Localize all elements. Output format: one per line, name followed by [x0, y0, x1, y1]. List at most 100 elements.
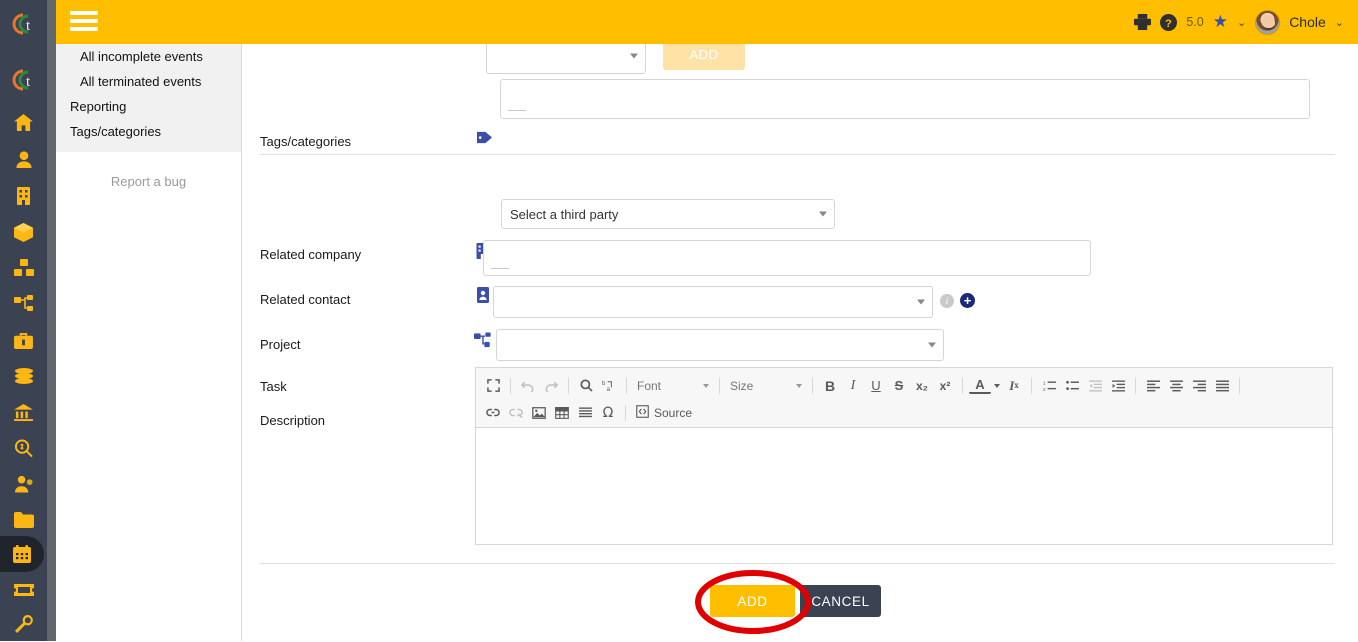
- sidebar-item-tickets[interactable]: [0, 572, 47, 608]
- editor-toolbar: ba Font Size B I U S x₂ x² A I x 1 2 Ω S…: [476, 368, 1332, 428]
- menu-item-tags-categories[interactable]: Tags/categories: [56, 119, 241, 144]
- printer-icon[interactable]: [1134, 14, 1152, 30]
- sidebar-item-bank[interactable]: [0, 394, 47, 430]
- project-select[interactable]: [493, 286, 933, 318]
- align-right-icon[interactable]: [1188, 375, 1210, 397]
- source-code-icon: [636, 404, 649, 421]
- chevron-down-icon: [928, 342, 936, 348]
- strikethrough-icon[interactable]: S: [888, 375, 910, 397]
- find-icon[interactable]: [575, 375, 597, 397]
- toolbar-separator: [626, 377, 627, 394]
- folder-icon: [13, 512, 34, 528]
- event-form: ADD Tags/categories Related company Sele…: [243, 38, 1358, 641]
- user-menu-chevron-down-icon[interactable]: ⌄: [1335, 16, 1344, 29]
- svg-text:?: ?: [1165, 17, 1172, 29]
- font-family-select[interactable]: Font: [633, 375, 713, 397]
- chevron-down-icon[interactable]: ⌄: [1237, 16, 1246, 29]
- related-company-select[interactable]: Select a third party: [501, 199, 835, 229]
- subscript-icon[interactable]: x₂: [911, 375, 933, 397]
- report-a-bug-link[interactable]: Report a bug: [111, 174, 186, 189]
- info-icon[interactable]: i: [940, 294, 954, 308]
- app-logo-secondary[interactable]: t: [0, 56, 47, 103]
- menu-item-all-incomplete-events[interactable]: All incomplete events: [56, 44, 241, 69]
- hamburger-menu-icon[interactable]: [70, 9, 98, 33]
- image-icon[interactable]: [528, 402, 550, 424]
- briefcase-icon: [14, 332, 33, 349]
- table-icon[interactable]: [551, 402, 573, 424]
- superscript-icon[interactable]: x²: [934, 375, 956, 397]
- font-label: Font: [637, 378, 662, 393]
- bold-icon[interactable]: B: [819, 375, 841, 397]
- toolbar-separator: [1135, 377, 1136, 394]
- sidebar-item-projects[interactable]: [0, 286, 47, 322]
- menu-item-reporting[interactable]: Reporting: [56, 94, 241, 119]
- source-button[interactable]: Source: [632, 404, 696, 421]
- coins-icon: [14, 367, 34, 385]
- project-label: Project: [260, 337, 301, 352]
- menu-panel-background: [56, 222, 242, 641]
- username-label: Chole: [1289, 14, 1326, 30]
- sidebar-item-agenda[interactable]: [0, 536, 44, 572]
- sidebar-item-documents[interactable]: [0, 502, 47, 538]
- special-char-icon[interactable]: Ω: [597, 402, 619, 424]
- toolbar-separator: [719, 377, 720, 394]
- align-center-icon[interactable]: [1165, 375, 1187, 397]
- remove-format-icon[interactable]: Ix: [1003, 375, 1025, 397]
- sidebar-item-commercial[interactable]: [0, 322, 47, 358]
- menu-footer: Report a bug: [56, 152, 242, 222]
- font-size-select[interactable]: Size: [726, 375, 806, 397]
- related-contact-input[interactable]: [483, 240, 1091, 276]
- cancel-button[interactable]: CANCEL: [800, 585, 881, 617]
- svg-text:2: 2: [1043, 387, 1046, 392]
- outdent-icon[interactable]: [1084, 375, 1106, 397]
- add-button[interactable]: ADD: [710, 585, 795, 617]
- svg-text:b: b: [602, 381, 606, 387]
- ticket-icon: [13, 583, 34, 597]
- redo-icon[interactable]: [540, 375, 562, 397]
- replace-icon[interactable]: ba: [598, 375, 620, 397]
- sidebar-item-products[interactable]: [0, 214, 47, 250]
- toolbar-separator: [1031, 377, 1032, 394]
- indent-icon[interactable]: [1107, 375, 1129, 397]
- justify-icon[interactable]: [1211, 375, 1233, 397]
- sidebar-item-accounting[interactable]: [0, 430, 47, 466]
- sidebar-item-stock[interactable]: [0, 250, 47, 286]
- dropdown-menu-panel: All incomplete events All terminated eve…: [56, 44, 242, 152]
- italic-icon[interactable]: I: [842, 375, 864, 397]
- star-icon[interactable]: ★: [1213, 12, 1228, 32]
- stock-icon: [13, 259, 34, 277]
- menu-item-all-terminated-events[interactable]: All terminated events: [56, 69, 241, 94]
- sidebar-item-setup[interactable]: [0, 606, 47, 642]
- undo-icon[interactable]: [517, 375, 539, 397]
- version-label: 5.0: [1186, 15, 1204, 29]
- left-icon-rail: t t: [0, 0, 47, 641]
- avatar[interactable]: [1255, 9, 1281, 35]
- maximize-icon[interactable]: [482, 375, 504, 397]
- rail-edge-divider: [47, 0, 56, 641]
- description-textarea[interactable]: [476, 428, 1332, 544]
- editor-toolbar-row-2: Ω Source: [482, 399, 1326, 426]
- link-icon[interactable]: [482, 402, 504, 424]
- bulleted-list-icon[interactable]: [1061, 375, 1083, 397]
- unlink-icon[interactable]: [505, 402, 527, 424]
- sidebar-item-home[interactable]: [0, 104, 47, 140]
- plus-circle-icon[interactable]: +: [960, 293, 975, 308]
- svg-text:t: t: [26, 18, 31, 34]
- task-select[interactable]: [496, 329, 944, 361]
- tags-input[interactable]: [500, 79, 1310, 119]
- text-color-icon[interactable]: A: [969, 377, 991, 394]
- align-left-icon[interactable]: [1142, 375, 1164, 397]
- text-color-chevron-down-icon[interactable]: [992, 375, 1002, 397]
- chevron-down-icon: [630, 53, 638, 59]
- underline-icon[interactable]: U: [865, 375, 887, 397]
- numbered-list-icon[interactable]: 12: [1038, 375, 1060, 397]
- toolbar-separator: [962, 377, 963, 394]
- app-logo-top[interactable]: t: [0, 0, 47, 47]
- sidebar-item-hrm[interactable]: [0, 466, 47, 502]
- sidebar-item-companies[interactable]: [0, 178, 47, 214]
- user-icon: [15, 150, 32, 168]
- help-circle-icon[interactable]: ?: [1160, 13, 1178, 31]
- sidebar-item-billing[interactable]: [0, 358, 47, 394]
- sidebar-item-third-parties[interactable]: [0, 141, 47, 177]
- horizontal-rule-icon[interactable]: [574, 402, 596, 424]
